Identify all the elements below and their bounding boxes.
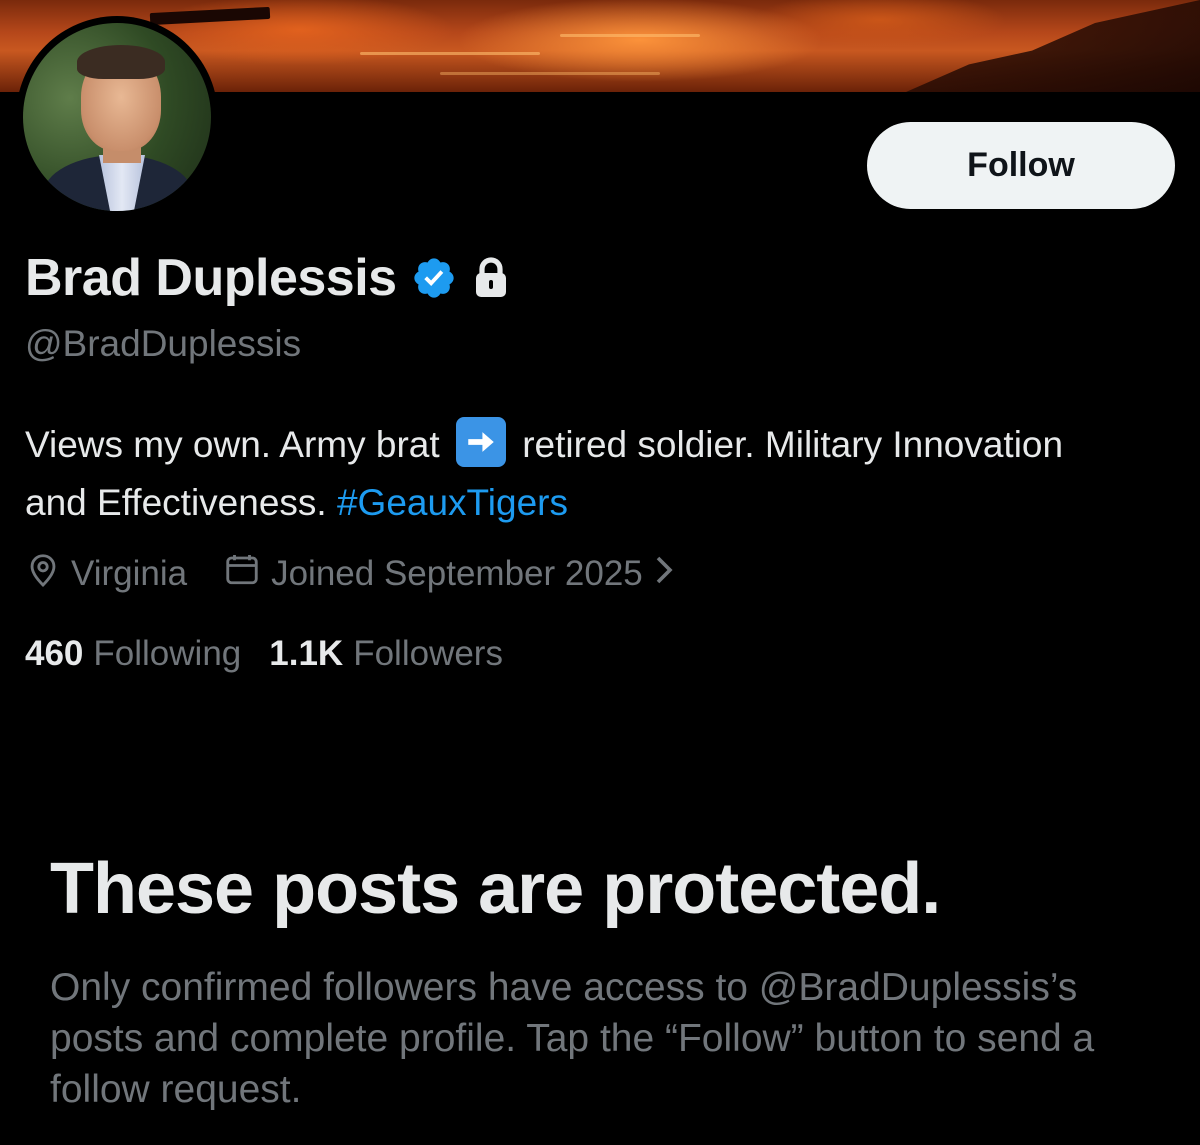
name-row: Brad Duplessis <box>25 246 511 310</box>
profile-page: Follow Brad Duplessis @BradDuplessis Vie… <box>0 0 1200 1145</box>
joined-item[interactable]: Joined September 2025 <box>223 552 673 597</box>
chevron-right-icon <box>655 554 673 594</box>
profile-bio: Views my own. Army brat retired soldier.… <box>25 416 1125 532</box>
verified-badge-icon[interactable] <box>411 255 457 301</box>
avatar[interactable] <box>16 16 218 218</box>
bio-text: Views my own. Army brat <box>25 424 440 465</box>
follow-button[interactable]: Follow <box>867 122 1175 209</box>
followers-label: Followers <box>353 634 503 673</box>
calendar-icon <box>223 552 261 597</box>
banner-shoreline <box>906 0 1200 92</box>
following-link[interactable]: 460 Following <box>25 634 241 674</box>
protected-posts-heading: These posts are protected. <box>50 849 941 929</box>
followers-link[interactable]: 1.1K Followers <box>269 634 503 674</box>
banner-ripple <box>440 72 660 75</box>
following-label: Following <box>93 634 242 673</box>
bio-hashtag-link[interactable]: #GeauxTigers <box>337 482 568 523</box>
banner-ripple <box>560 34 700 37</box>
following-count: 460 <box>25 634 84 673</box>
profile-stats: 460 Following 1.1K Followers <box>25 630 503 678</box>
joined-date-text: Joined September 2025 <box>271 554 643 593</box>
lock-icon <box>471 256 511 300</box>
profile-handle: @BradDuplessis <box>25 323 302 364</box>
avatar-photo <box>23 23 211 211</box>
banner-ripple <box>360 52 540 55</box>
right-arrow-emoji-icon <box>455 417 506 467</box>
followers-count: 1.1K <box>269 634 344 673</box>
protected-posts-message: Only confirmed followers have access to … <box>50 966 1095 1111</box>
banner-boat-silhouette <box>149 6 271 26</box>
location-item: Virginia <box>25 552 187 597</box>
display-name: Brad Duplessis <box>25 249 397 307</box>
location-text: Virginia <box>71 554 188 593</box>
profile-meta: Virginia Joined September 2025 <box>25 550 673 598</box>
location-pin-icon <box>25 552 61 597</box>
